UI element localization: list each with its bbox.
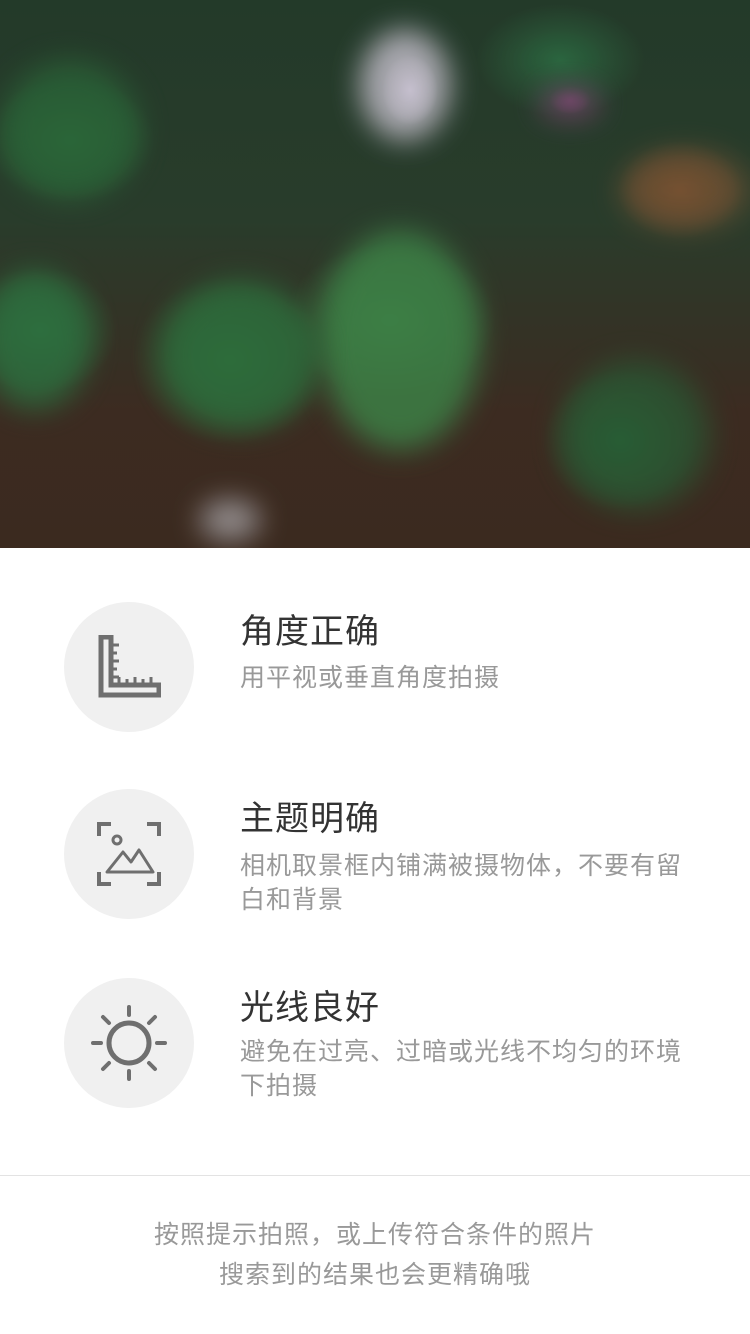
leaf-blur [560, 360, 710, 510]
leaf-blur [320, 230, 480, 450]
tip-icon-circle [64, 602, 194, 732]
flower-blur [540, 88, 600, 118]
sample-photo [0, 0, 750, 548]
tip-title: 角度正确 [240, 612, 380, 652]
tip-icon-circle [64, 789, 194, 919]
ruler-icon [98, 635, 161, 698]
tip-title: 光线良好 [240, 988, 380, 1028]
leaf-blur [160, 280, 320, 430]
footer-line-1: 按照提示拍照，或上传符合条件的照片 [153, 1220, 596, 1249]
tip-description: 相机取景框内铺满被摄物体，不要有留白和背景 [240, 851, 683, 914]
sun-icon [91, 1005, 167, 1081]
footer-hint: 按照提示拍照，或上传符合条件的照片 搜索到的结果也会更精确哦 [0, 1215, 750, 1295]
tip-title: 主题明确 [240, 799, 380, 839]
tip-description: 用平视或垂直角度拍摄 [240, 663, 501, 692]
leaf-blur [0, 270, 90, 410]
flower-blur [200, 500, 260, 540]
twig-blur [620, 150, 750, 230]
tip-icon-circle [64, 978, 194, 1108]
frame-image-icon [97, 822, 161, 886]
leaf-blur [0, 60, 140, 200]
flower-blur [360, 30, 450, 140]
divider [0, 1175, 750, 1176]
tip-description: 避免在过亮、过暗或光线不均匀的环境下拍摄 [240, 1037, 683, 1100]
footer-line-2: 搜索到的结果也会更精确哦 [218, 1260, 531, 1289]
